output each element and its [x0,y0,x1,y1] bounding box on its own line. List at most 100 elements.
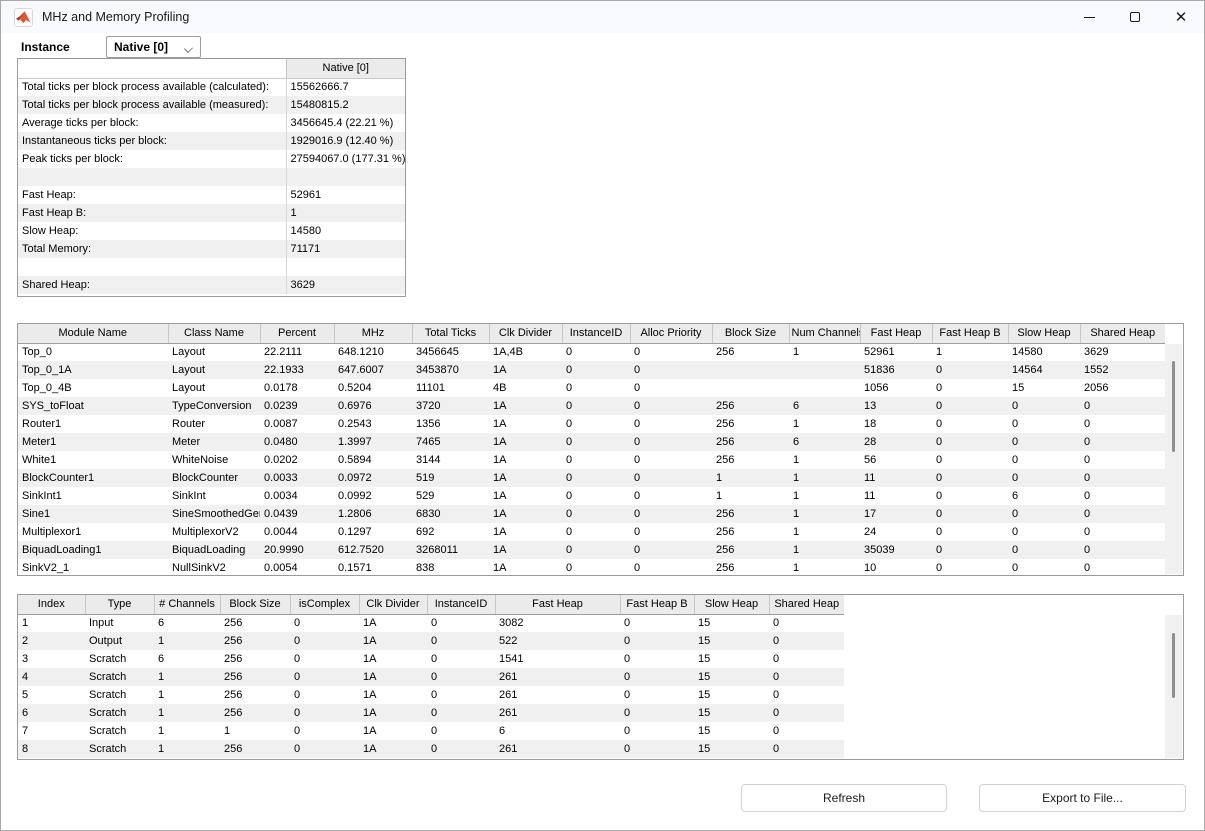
cell[interactable]: 1 [789,523,860,541]
cell[interactable]: 0 [769,650,844,668]
cell[interactable]: 1A [489,433,562,451]
cell[interactable]: 17 [860,505,932,523]
cell[interactable]: 256 [220,614,290,632]
cell[interactable]: Fast Heap B: [18,204,286,222]
cell[interactable]: 1A [489,469,562,487]
cell[interactable]: 1 [154,686,220,704]
cell[interactable]: 15 [694,740,769,758]
cell[interactable]: 1 [220,722,290,740]
cell[interactable]: 0 [1080,559,1165,576]
cell[interactable]: 1 [18,614,85,632]
cell[interactable]: 1A [489,541,562,559]
cell[interactable]: 0.0439 [260,505,334,523]
cell[interactable]: Layout [168,361,260,379]
cell[interactable]: 612.7520 [334,541,412,559]
cell[interactable]: 1A [489,505,562,523]
cell[interactable]: 0 [769,740,844,758]
cell[interactable]: 256 [712,523,789,541]
cell[interactable]: MultiplexorV2 [168,523,260,541]
cell[interactable]: 3 [18,650,85,668]
cell[interactable]: Average ticks per block: [18,114,286,132]
cell[interactable]: Scratch [85,668,154,686]
cell[interactable]: 1A [489,397,562,415]
cell[interactable]: 0 [932,559,1008,576]
cell[interactable]: 11101 [412,379,489,397]
cell[interactable]: 0 [290,740,359,758]
cell[interactable]: 648.1210 [334,343,412,361]
cell[interactable]: SinkInt1 [18,487,168,505]
cell[interactable]: 0 [932,487,1008,505]
cell[interactable]: 6 [18,704,85,722]
cell[interactable]: 0 [769,686,844,704]
cell[interactable]: 1A [359,614,427,632]
cell[interactable]: 0 [630,469,712,487]
cell[interactable]: 0 [932,523,1008,541]
buffer-table-scrollbar[interactable] [1165,615,1182,758]
cell[interactable]: Layout [168,379,260,397]
cell[interactable]: 0.1571 [334,559,412,576]
cell[interactable]: 0.5204 [334,379,412,397]
cell[interactable]: 1 [789,343,860,361]
cell[interactable]: 256 [712,451,789,469]
cell[interactable]: 1 [789,469,860,487]
cell[interactable]: 1 [712,487,789,505]
cell[interactable]: Scratch [85,686,154,704]
cell[interactable]: 0 [932,433,1008,451]
cell[interactable]: Router1 [18,415,168,433]
cell[interactable]: 0 [932,379,1008,397]
cell[interactable]: 0 [630,343,712,361]
cell[interactable]: 8 [18,740,85,758]
cell[interactable]: BiquadLoading1 [18,541,168,559]
cell[interactable]: 256 [712,433,789,451]
cell[interactable]: 4 [18,668,85,686]
close-button[interactable]: ✕ [1158,1,1204,33]
cell[interactable]: 0 [630,379,712,397]
cell[interactable]: 0 [630,361,712,379]
cell[interactable]: 3144 [412,451,489,469]
cell[interactable]: 0 [290,722,359,740]
cell[interactable]: 1 [789,451,860,469]
cell[interactable]: 0 [630,505,712,523]
cell[interactable]: 1 [154,722,220,740]
cell[interactable]: 0 [1008,415,1080,433]
cell[interactable]: 0 [630,415,712,433]
cell[interactable]: 0 [1008,505,1080,523]
cell[interactable]: 256 [220,686,290,704]
cell[interactable]: 0 [620,722,694,740]
cell[interactable]: 0 [1080,397,1165,415]
cell[interactable]: SinkInt [168,487,260,505]
cell[interactable]: 256 [712,505,789,523]
cell[interactable]: 7 [18,722,85,740]
cell[interactable]: 10 [860,559,932,576]
cell[interactable]: 838 [412,559,489,576]
cell[interactable]: 0 [427,668,495,686]
cell[interactable]: 0 [427,632,495,650]
cell[interactable]: 261 [495,668,620,686]
cell[interactable]: 0.2543 [334,415,412,433]
cell[interactable]: 0.5894 [334,451,412,469]
maximize-button[interactable] [1112,1,1158,33]
cell[interactable]: BlockCounter [168,469,260,487]
cell[interactable]: 5 [18,686,85,704]
cell[interactable]: Input [85,614,154,632]
cell[interactable]: 0.0202 [260,451,334,469]
cell[interactable]: 0 [932,505,1008,523]
cell[interactable]: 18 [860,415,932,433]
cell[interactable]: 0 [1008,559,1080,576]
cell[interactable]: 1056 [860,379,932,397]
cell[interactable]: 0 [620,704,694,722]
cell[interactable]: 1A [359,704,427,722]
cell[interactable] [712,361,789,379]
cell[interactable]: 15 [1008,379,1080,397]
cell[interactable] [18,168,286,186]
cell[interactable]: 0 [1080,541,1165,559]
cell[interactable]: 0 [1008,433,1080,451]
cell[interactable]: 256 [220,668,290,686]
cell[interactable]: Peak ticks per block: [18,150,286,168]
cell[interactable]: 0.0033 [260,469,334,487]
cell[interactable]: 0 [1008,451,1080,469]
cell[interactable]: 20.9990 [260,541,334,559]
cell[interactable]: Top_0 [18,343,168,361]
cell[interactable]: 0 [620,650,694,668]
cell[interactable]: 0 [562,415,630,433]
